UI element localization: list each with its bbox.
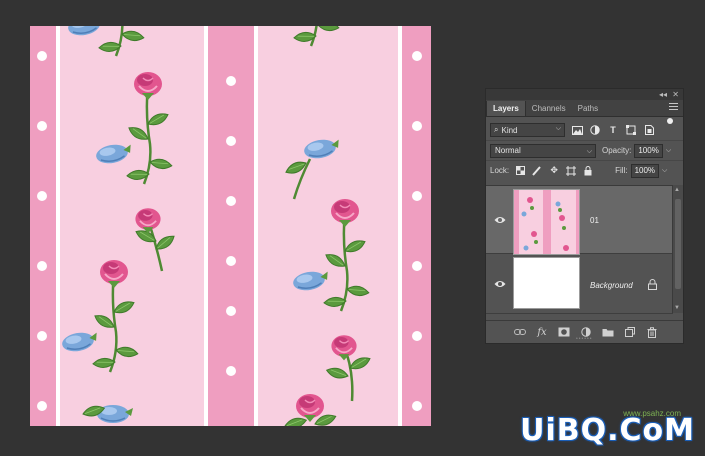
filter-icons: T	[571, 118, 673, 136]
lock-position-icon[interactable]: ✥	[549, 165, 559, 176]
trash-icon[interactable]	[646, 326, 658, 338]
layers-list: 01 Background	[486, 185, 673, 314]
layer-row-background[interactable]: Background	[486, 254, 673, 314]
scroll-down-icon[interactable]: ▼	[674, 305, 680, 311]
blend-row: Normal ⌵ Opacity: 100% ⌵	[486, 140, 683, 160]
layer-row-01[interactable]: 01	[486, 186, 673, 255]
watermark-logo: UiBQ.CoM	[520, 413, 695, 448]
new-layer-icon[interactable]	[624, 326, 636, 338]
blend-mode-select[interactable]: Normal ⌵	[490, 143, 596, 158]
layer-thumbnail	[513, 189, 580, 255]
opacity-dropdown-icon[interactable]: ⌵	[666, 147, 671, 155]
floral-stripe-pattern	[30, 26, 431, 426]
blend-mode-value: Normal	[495, 145, 521, 155]
lock-transparent-pixels-icon[interactable]	[515, 166, 525, 176]
eye-icon[interactable]	[494, 215, 506, 225]
tab-layers[interactable]: Layers	[486, 101, 526, 116]
filter-row: ⌕ Kind ⌵ T	[486, 118, 683, 140]
fill-label: Fill:	[615, 166, 628, 175]
kind-filter-label: Kind	[501, 125, 518, 135]
fill-input[interactable]: 100%	[630, 163, 660, 178]
lock-label: Lock:	[490, 166, 510, 175]
resize-grip[interactable]: ••••••	[576, 336, 593, 342]
lock-all-icon[interactable]	[583, 165, 593, 176]
layers-scrollbar[interactable]: ▲ ▼	[672, 185, 683, 313]
opacity-input[interactable]: 100%	[634, 143, 663, 158]
eye-icon[interactable]	[494, 279, 506, 289]
adjustment-layer-filter-icon[interactable]	[589, 124, 601, 136]
mask-icon[interactable]	[558, 326, 570, 338]
layer-name[interactable]: Background	[590, 281, 633, 290]
panel-menu-icon[interactable]	[669, 103, 678, 111]
search-icon: ⌕	[494, 125, 499, 134]
tab-channels[interactable]: Channels	[526, 101, 572, 116]
scroll-thumb[interactable]	[675, 199, 681, 289]
lock-image-pixels-icon[interactable]	[532, 165, 542, 176]
link-icon[interactable]	[514, 326, 526, 338]
layer-name[interactable]: 01	[590, 216, 599, 225]
layers-panel: ◂◂ ✕ Layers Channels Paths ⌕ Kind ⌵ T No…	[485, 88, 684, 344]
opacity-label: Opacity:	[602, 146, 632, 155]
type-layer-filter-icon[interactable]: T	[607, 124, 619, 136]
lock-icons: ✥	[515, 165, 593, 176]
kind-filter-select[interactable]: ⌕ Kind ⌵	[490, 123, 565, 137]
panel-footer: fx ••••••	[486, 320, 683, 343]
scroll-up-icon[interactable]: ▲	[674, 187, 680, 193]
collapse-icon[interactable]: ◂◂	[659, 89, 667, 100]
close-icon[interactable]: ✕	[672, 89, 679, 100]
panel-tabs: Layers Channels Paths	[486, 100, 683, 117]
smart-object-filter-icon[interactable]	[643, 124, 655, 136]
folder-icon[interactable]	[602, 326, 614, 338]
artboard-lock-icon[interactable]	[566, 165, 577, 176]
tab-paths[interactable]: Paths	[572, 101, 604, 116]
shape-layer-filter-icon[interactable]	[625, 124, 637, 136]
panel-title-bar[interactable]: ◂◂ ✕	[486, 89, 683, 100]
filter-toggle[interactable]	[667, 118, 673, 124]
chevron-down-icon: ⌵	[555, 125, 561, 132]
pixel-layer-filter-icon[interactable]	[571, 124, 583, 136]
document-canvas[interactable]	[30, 26, 431, 426]
layer-thumbnail	[513, 257, 580, 309]
chevron-down-icon: ⌵	[586, 147, 592, 155]
fx-icon[interactable]: fx	[536, 326, 548, 338]
fill-dropdown-icon[interactable]: ⌵	[662, 167, 667, 175]
lock-icon	[648, 279, 658, 290]
lock-row: Lock: ✥ Fill: 100% ⌵	[486, 160, 683, 180]
